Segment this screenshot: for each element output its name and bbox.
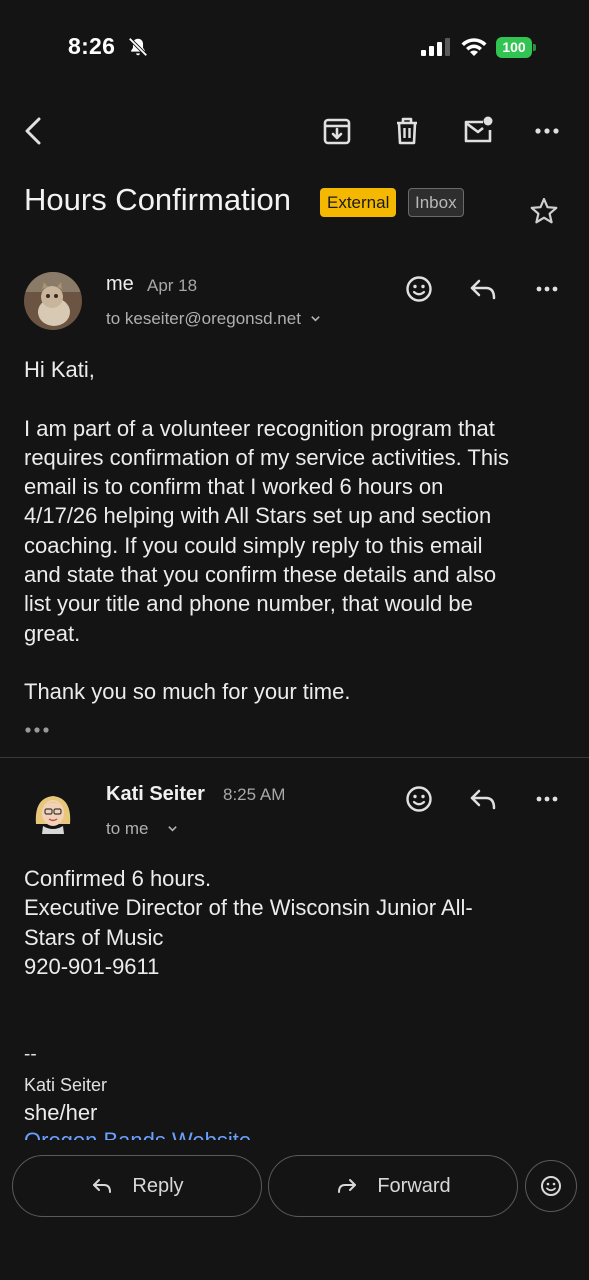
message1-line: requires confirmation of my service acti… (24, 444, 509, 470)
smiley-icon (539, 1174, 563, 1198)
status-time: 8:26 (68, 33, 116, 59)
message1-line: coaching. If you could simply reply to t… (24, 532, 483, 558)
message-more-icon[interactable] (532, 784, 562, 814)
emoji-react-icon[interactable] (404, 274, 434, 304)
mark-unread-icon[interactable] (461, 114, 495, 148)
star-icon[interactable] (528, 195, 560, 227)
email-subject: Hours Confirmation (24, 182, 292, 217)
forward-button[interactable]: Forward (268, 1155, 518, 1217)
chevron-down-icon (310, 309, 321, 329)
message2-recipient-text: to me (106, 819, 149, 838)
battery-indicator: 100 (496, 37, 536, 58)
show-trimmed-content-icon[interactable] (24, 722, 52, 738)
silent-bell-icon (127, 36, 149, 58)
chevron-down-icon (167, 819, 178, 839)
message2-time: 8:25 AM (223, 785, 286, 804)
reply-icon (90, 1174, 114, 1198)
message1-greeting: Hi Kati, (24, 357, 95, 382)
message1-line: I am part of a volunteer recognition pro… (24, 415, 495, 441)
message2-sender: Kati Seiter (106, 783, 205, 805)
inbox-label-chip[interactable]: Inbox (408, 188, 464, 217)
more-options-icon[interactable] (530, 114, 564, 148)
message1-line: and state that you confirm these details… (24, 562, 497, 588)
message1-line: email is to confirm that I worked 6 hour… (24, 474, 444, 500)
message1-line: 4/17/26 helping with All Stars set up an… (24, 503, 492, 529)
message1-date: Apr 18 (147, 276, 198, 295)
message2-recipient[interactable]: to me (106, 819, 178, 839)
message2-line: Executive Director of the Wisconsin Juni… (24, 895, 473, 921)
message2-line: 920-901-9611 (24, 953, 160, 979)
signature-separator: -- (24, 1044, 37, 1065)
message1-recipient[interactable]: to keseiter@oregonsd.net (106, 309, 321, 329)
archive-icon[interactable] (320, 114, 354, 148)
signature-website-link[interactable]: Oregon Bands Website (24, 1128, 251, 1140)
message-divider (0, 757, 589, 758)
reply-icon[interactable] (468, 784, 498, 814)
forward-icon (335, 1174, 359, 1198)
sender-avatar[interactable] (24, 272, 82, 330)
reply-icon[interactable] (468, 274, 498, 304)
cellular-signal-icon (421, 38, 451, 56)
back-icon[interactable] (18, 114, 52, 148)
message2-line: Confirmed 6 hours. (24, 866, 212, 891)
emoji-reaction-button[interactable] (525, 1160, 577, 1212)
message2-line: Stars of Music (24, 924, 164, 950)
message1-line: great. (24, 620, 81, 646)
wifi-icon (460, 36, 488, 58)
signature-name: Kati Seiter (24, 1075, 108, 1095)
message1-closing: Thank you so much for your time. (24, 679, 351, 705)
reply-button[interactable]: Reply (12, 1155, 262, 1217)
emoji-react-icon[interactable] (404, 784, 434, 814)
sender-avatar[interactable] (24, 784, 82, 842)
battery-level: 100 (496, 37, 532, 58)
message2-body: Confirmed 6 hours. Executive Director of… (24, 864, 574, 981)
delete-icon[interactable] (390, 114, 424, 148)
signature-pronouns: she/her (24, 1100, 98, 1125)
message1-sender: me (106, 273, 134, 295)
forward-button-label: Forward (377, 1174, 451, 1197)
external-label-chip: External (320, 188, 397, 217)
message-more-icon[interactable] (532, 274, 562, 304)
message1-recipient-text: to keseiter@oregonsd.net (106, 309, 301, 328)
reply-button-label: Reply (132, 1174, 184, 1197)
message1-line: list your title and phone number, that w… (24, 591, 473, 617)
message1-body: Hi Kati, I am part of a volunteer recogn… (24, 355, 574, 707)
signature-website-link-text: Oregon Bands Website (24, 1128, 251, 1140)
